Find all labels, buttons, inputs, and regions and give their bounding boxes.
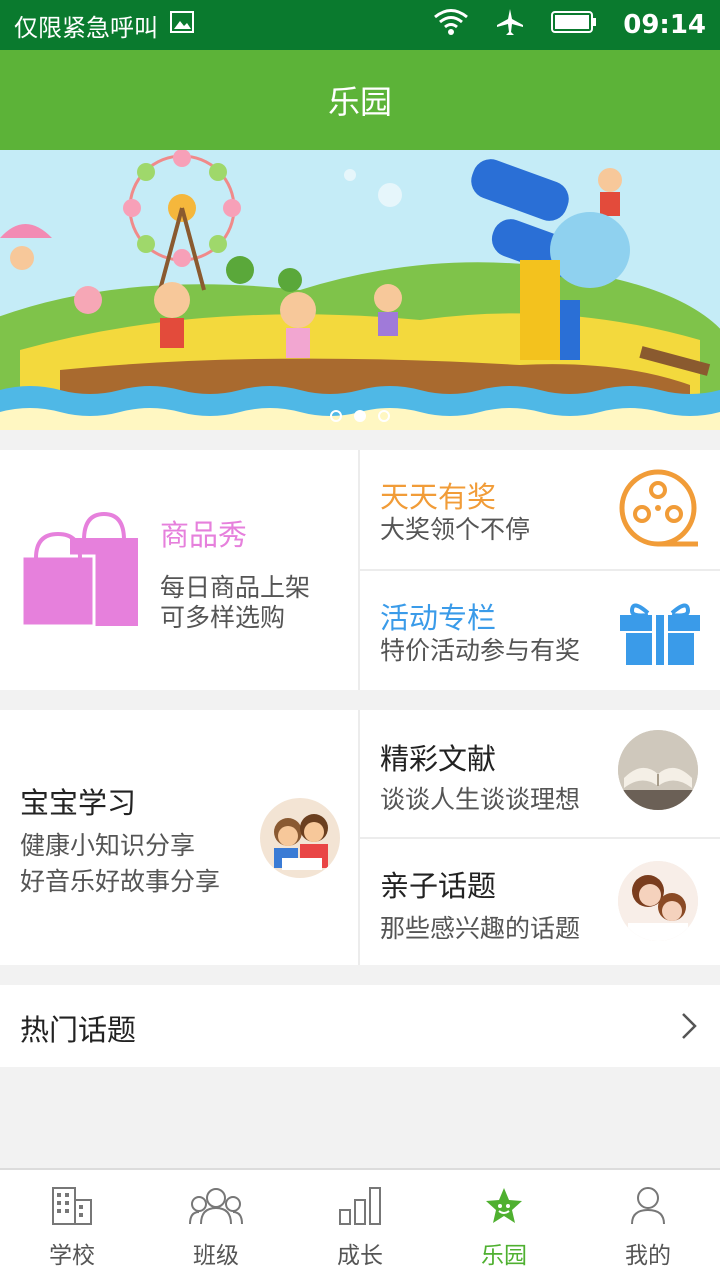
- daily-prize-title: 天天有奖: [380, 480, 497, 514]
- image-notification-icon: [170, 11, 194, 39]
- parenting-topic-sub: 那些感兴趣的话题: [380, 914, 581, 943]
- carousel-dot[interactable]: [330, 410, 342, 422]
- baby-learning-sub2: 好音乐好故事分享: [20, 867, 221, 896]
- shopping-bag-icon: [18, 510, 144, 634]
- hot-topics-row[interactable]: 热门话题: [0, 985, 720, 1067]
- tab-class[interactable]: 班级: [144, 1170, 288, 1280]
- gift-box-icon: [618, 597, 702, 671]
- open-book-photo: [618, 730, 698, 810]
- tab-growth-label: 成长: [337, 1243, 383, 1269]
- baby-learning-sub1: 健康小知识分享: [20, 831, 196, 860]
- airplane-mode-icon: [495, 7, 525, 43]
- baby-learning-card[interactable]: 宝宝学习 健康小知识分享 好音乐好故事分享: [0, 710, 358, 965]
- profile-person-icon: [628, 1186, 668, 1230]
- activity-column-card[interactable]: 活动专栏 特价活动参与有奖: [360, 571, 720, 690]
- activity-column-sub: 特价活动参与有奖: [380, 636, 581, 665]
- content-grid: 宝宝学习 健康小知识分享 好音乐好故事分享 精彩文献 谈谈人生谈谈理想 亲子话题…: [0, 710, 720, 965]
- banner-illustration: [0, 150, 720, 430]
- park-star-icon: [482, 1186, 526, 1230]
- activity-column-title: 活动专栏: [380, 601, 497, 635]
- page-title-bar: 乐园: [0, 50, 720, 150]
- mother-child-photo: [618, 861, 698, 941]
- tab-growth[interactable]: 成长: [288, 1170, 432, 1280]
- film-reel-icon: [618, 468, 702, 556]
- chevron-right-icon: [680, 1011, 698, 1045]
- page-title: 乐园: [327, 83, 392, 121]
- school-building-icon: [51, 1186, 93, 1230]
- parenting-topic-card[interactable]: 亲子话题 那些感兴趣的话题: [360, 839, 720, 965]
- bottom-tab-bar: 学校 班级 成长 乐园 我的: [0, 1168, 720, 1280]
- tab-school[interactable]: 学校: [0, 1170, 144, 1280]
- promo-grid: 商品秀 每日商品上架 可多样选购 天天有奖 大奖领个不停 活动专栏 特价活动参与…: [0, 450, 720, 690]
- hot-topics-label: 热门话题: [20, 1013, 137, 1047]
- tab-mine-label: 我的: [625, 1243, 671, 1269]
- baby-learning-title: 宝宝学习: [20, 786, 137, 820]
- status-bar: 仅限紧急呼叫 09:14: [0, 0, 720, 50]
- product-show-card[interactable]: 商品秀 每日商品上架 可多样选购: [0, 450, 358, 690]
- literature-card[interactable]: 精彩文献 谈谈人生谈谈理想: [360, 710, 720, 837]
- tab-school-label: 学校: [49, 1243, 95, 1269]
- growth-bars-icon: [338, 1186, 382, 1230]
- literature-sub: 谈谈人生谈谈理想: [380, 785, 581, 814]
- literature-title: 精彩文献: [380, 742, 497, 776]
- tab-mine[interactable]: 我的: [576, 1170, 720, 1280]
- tab-park-label: 乐园: [481, 1243, 527, 1269]
- carousel-dot[interactable]: [378, 410, 390, 422]
- daily-prize-sub: 大奖领个不停: [380, 515, 531, 544]
- emergency-call-text: 仅限紧急呼叫: [14, 13, 158, 42]
- banner-carousel[interactable]: [0, 150, 720, 430]
- carousel-dots: [0, 410, 720, 422]
- clock: 09:14: [623, 10, 706, 40]
- product-show-sub2: 可多样选购: [160, 603, 286, 632]
- battery-icon: [551, 10, 597, 40]
- reading-kids-photo: [260, 798, 340, 878]
- parenting-topic-title: 亲子话题: [380, 869, 497, 903]
- carousel-dot-active[interactable]: [354, 410, 366, 422]
- wifi-icon: [433, 8, 469, 42]
- daily-prize-card[interactable]: 天天有奖 大奖领个不停: [360, 450, 720, 569]
- tab-park[interactable]: 乐园: [432, 1170, 576, 1280]
- tab-class-label: 班级: [193, 1243, 239, 1269]
- product-show-title: 商品秀: [160, 518, 248, 552]
- class-people-icon: [189, 1186, 243, 1230]
